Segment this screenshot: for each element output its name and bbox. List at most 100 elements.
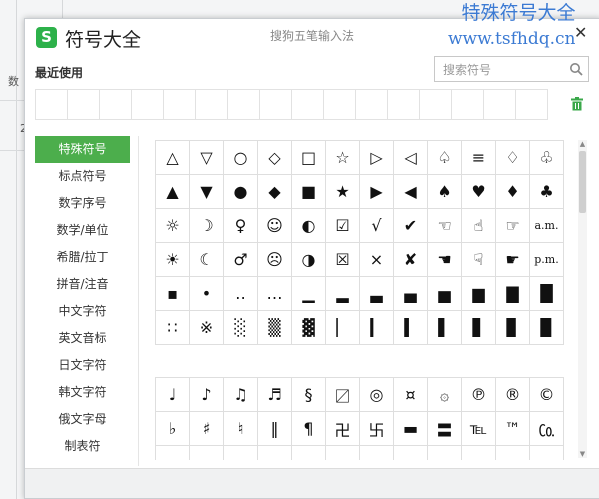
trash-icon[interactable] <box>571 96 583 115</box>
sidebar-item[interactable]: 韩文字符 <box>35 379 130 406</box>
symbol-cell[interactable]: ▷ <box>359 140 394 175</box>
symbol-cell[interactable]: ℗ <box>461 377 496 412</box>
sidebar-item[interactable]: 特殊符号 <box>35 136 130 163</box>
symbol-cell[interactable]: p.m. <box>529 242 564 277</box>
symbol-cell[interactable]: ♫ <box>223 377 258 412</box>
symbol-cell[interactable]: ® <box>495 377 530 412</box>
symbol-cell[interactable]: ░ <box>223 310 258 345</box>
symbol-cell[interactable]: ▎ <box>359 310 394 345</box>
sidebar-item[interactable]: 俄文字母 <box>35 406 130 433</box>
symbol-cell[interactable]: × <box>359 242 394 277</box>
symbol-cell[interactable]: ▄ <box>393 276 428 311</box>
scroll-down-icon[interactable]: ▼ <box>578 450 587 458</box>
symbol-cell[interactable]: ✘ <box>393 242 428 277</box>
symbol-cell[interactable]: a.m. <box>529 208 564 243</box>
symbol-cell[interactable] <box>529 445 564 460</box>
symbol-cell[interactable]: ♂ <box>223 242 258 277</box>
symbol-cell[interactable]: ○ <box>223 140 258 175</box>
sidebar-item[interactable]: 数字序号 <box>35 190 130 217</box>
symbol-cell[interactable]: ※ <box>189 310 224 345</box>
symbol-cell[interactable]: √ <box>359 208 394 243</box>
symbol-cell[interactable]: ☽ <box>189 208 224 243</box>
symbol-cell[interactable]: ≡ <box>461 140 496 175</box>
symbol-cell[interactable]: ✔ <box>393 208 428 243</box>
symbol-cell[interactable]: ☺ <box>257 208 292 243</box>
symbol-cell[interactable]: ▶ <box>359 174 394 209</box>
symbol-cell[interactable]: ▋ <box>461 310 496 345</box>
recent-symbol-slot[interactable] <box>227 89 260 120</box>
symbol-cell[interactable]: ☟ <box>461 242 496 277</box>
symbol-cell[interactable]: ▆ <box>461 276 496 311</box>
recent-symbol-slot[interactable] <box>35 89 68 120</box>
symbol-cell[interactable]: ▇ <box>495 276 530 311</box>
scroll-up-icon[interactable]: ▲ <box>578 140 587 148</box>
symbol-cell[interactable] <box>223 445 258 460</box>
symbol-cell[interactable]: ☒ <box>325 242 360 277</box>
symbol-cell[interactable]: ▪ <box>155 276 190 311</box>
symbol-cell[interactable]: ♪ <box>189 377 224 412</box>
recent-symbol-slot[interactable] <box>515 89 548 120</box>
symbol-cell[interactable]: ▼ <box>189 174 224 209</box>
search-icon[interactable] <box>569 61 583 80</box>
symbol-cell[interactable] <box>291 445 326 460</box>
scrollbar-thumb[interactable] <box>579 151 586 213</box>
recent-symbol-slot[interactable] <box>291 89 324 120</box>
symbol-cell[interactable]: ♯ <box>189 411 224 446</box>
symbol-cell[interactable]: ■ <box>291 174 326 209</box>
sidebar-item[interactable]: 日文字符 <box>35 352 130 379</box>
symbol-cell[interactable]: § <box>291 377 326 412</box>
sidebar-item[interactable]: 希腊/拉丁 <box>35 244 130 271</box>
symbol-cell[interactable]: ¤ <box>393 377 428 412</box>
symbol-cell[interactable] <box>427 445 462 460</box>
symbol-cell[interactable]: ☑ <box>325 208 360 243</box>
symbol-cell[interactable]: ◁ <box>393 140 428 175</box>
symbol-cell[interactable]: ▏ <box>325 310 360 345</box>
symbol-cell[interactable]: █ <box>529 276 564 311</box>
symbol-cell[interactable]: ▅ <box>427 276 462 311</box>
recent-symbol-slot[interactable] <box>323 89 356 120</box>
symbol-cell[interactable]: ۞ <box>427 377 462 412</box>
sidebar-item[interactable]: 制表符 <box>35 433 130 460</box>
recent-symbol-slot[interactable] <box>451 89 484 120</box>
symbol-cell[interactable]: 〓 <box>427 411 462 446</box>
symbol-cell[interactable] <box>359 445 394 460</box>
recent-symbol-slot[interactable] <box>483 89 516 120</box>
symbol-cell[interactable]: ▒ <box>257 310 292 345</box>
recent-symbol-slot[interactable] <box>131 89 164 120</box>
symbol-cell[interactable]: ☼ <box>155 208 190 243</box>
symbol-cell[interactable] <box>155 445 190 460</box>
symbol-cell[interactable]: ☛ <box>495 242 530 277</box>
symbol-cell[interactable]: ◀ <box>393 174 428 209</box>
symbol-cell[interactable]: ▁ <box>291 276 326 311</box>
symbol-cell[interactable] <box>393 445 428 460</box>
symbol-cell[interactable]: ♥ <box>461 174 496 209</box>
close-icon[interactable]: ✕ <box>574 23 587 42</box>
symbol-cell[interactable]: ☝ <box>461 208 496 243</box>
recent-symbol-slot[interactable] <box>195 89 228 120</box>
symbol-cell[interactable]: ◐ <box>291 208 326 243</box>
symbol-cell[interactable]: ♀ <box>223 208 258 243</box>
symbol-cell[interactable]: ♦ <box>495 174 530 209</box>
symbol-cell[interactable]: ∷ <box>155 310 190 345</box>
symbol-cell[interactable]: ♣ <box>529 174 564 209</box>
symbol-cell[interactable]: ‖ <box>257 411 292 446</box>
symbol-cell[interactable]: ▽ <box>189 140 224 175</box>
symbol-cell[interactable]: ♤ <box>427 140 462 175</box>
symbol-cell[interactable]: ♭ <box>155 411 190 446</box>
symbol-cell[interactable]: ㏇ <box>529 411 564 446</box>
sidebar-item[interactable]: 数学/单位 <box>35 217 130 244</box>
sidebar-item[interactable]: 标点符号 <box>35 163 130 190</box>
symbol-cell[interactable]: ★ <box>325 174 360 209</box>
symbol-cell[interactable]: ▌ <box>427 310 462 345</box>
symbol-cell[interactable]: ◇ <box>257 140 292 175</box>
symbol-cell[interactable]: ☆ <box>325 140 360 175</box>
recent-symbol-slot[interactable] <box>259 89 292 120</box>
symbol-cell[interactable]: ☾ <box>189 242 224 277</box>
symbol-cell[interactable]: ▃ <box>359 276 394 311</box>
recent-symbol-slot[interactable] <box>355 89 388 120</box>
sidebar-item[interactable]: 中文字符 <box>35 298 130 325</box>
symbol-cell[interactable]: ◆ <box>257 174 292 209</box>
symbol-cell[interactable]: ‥ <box>223 276 258 311</box>
symbol-cell[interactable]: ♩ <box>155 377 190 412</box>
symbol-cell[interactable] <box>495 445 530 460</box>
